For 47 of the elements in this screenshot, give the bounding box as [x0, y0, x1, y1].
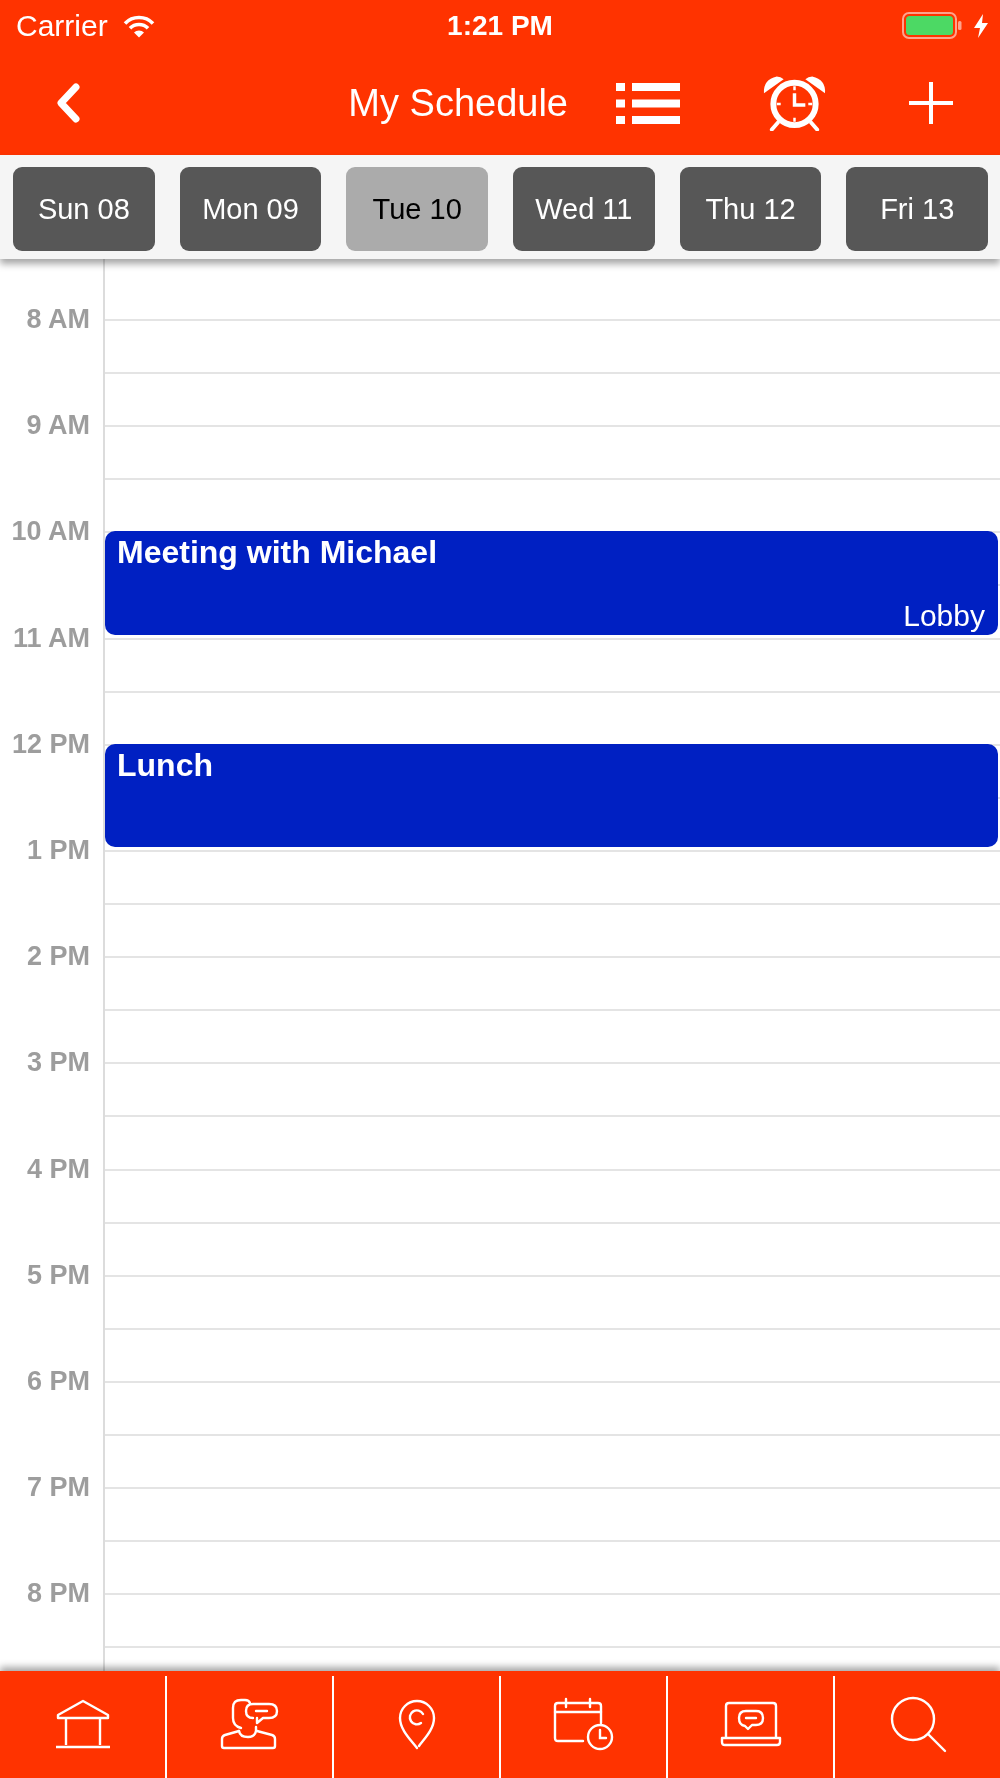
back-button[interactable]	[54, 82, 82, 124]
person-speech-icon	[218, 1698, 281, 1750]
hour-label: 9 AM	[26, 409, 91, 442]
hour-label: 10 AM	[11, 515, 91, 548]
add-button[interactable]	[909, 82, 953, 124]
hour-label: 8 PM	[26, 1577, 91, 1610]
wifi-icon	[121, 13, 156, 38]
day-tab[interactable]: Tue 10	[346, 167, 488, 251]
chat-tab[interactable]	[719, 1700, 782, 1748]
hour-label: 12 PM	[11, 727, 91, 760]
hour-label: 11 AM	[12, 621, 91, 654]
status-time: 1:21 PM	[447, 8, 553, 43]
event-title: Meeting with Michael	[117, 534, 438, 572]
day-tab[interactable]: Mon 09	[179, 167, 322, 251]
carrier-name: Carrier	[16, 8, 108, 43]
hour-label: 4 PM	[26, 1152, 91, 1185]
battery-icon	[902, 12, 962, 39]
day-tab[interactable]: Wed 11	[513, 167, 655, 251]
alarm-clock-icon	[762, 75, 827, 131]
event-card[interactable]: Meeting with Michael Lobby	[105, 531, 998, 635]
list-view-button[interactable]	[616, 82, 680, 124]
day-tab[interactable]: Thu 12	[679, 167, 822, 251]
home-icon	[54, 1699, 111, 1749]
event-card[interactable]: Lunch	[105, 743, 998, 848]
hour-label: 2 PM	[26, 940, 91, 973]
alarm-button[interactable]	[762, 75, 827, 131]
day-tab[interactable]: Sun 08	[13, 167, 155, 251]
calendar-clock-icon	[552, 1697, 615, 1751]
chevron-left-icon	[54, 82, 82, 124]
screen-title: My Schedule	[348, 81, 568, 125]
day-tab[interactable]: Fri 13	[846, 167, 989, 251]
event-location: Lobby	[903, 597, 985, 633]
hour-label: 6 PM	[26, 1364, 91, 1397]
event-title: Lunch	[117, 746, 213, 784]
location-pin-icon	[396, 1698, 437, 1750]
schedule-tab[interactable]	[552, 1697, 615, 1751]
hour-label: 8 AM	[26, 303, 91, 335]
hour-label: 5 PM	[26, 1258, 91, 1291]
hour-label: 1 PM	[26, 833, 91, 866]
home-tab[interactable]	[54, 1699, 111, 1749]
hour-label: 7 PM	[26, 1471, 91, 1504]
hour-label: 3 PM	[26, 1046, 91, 1079]
contacts-tab[interactable]	[218, 1698, 281, 1750]
list-icon	[616, 82, 680, 124]
laptop-chat-icon	[719, 1700, 782, 1748]
plus-icon	[909, 82, 953, 124]
location-tab[interactable]	[396, 1698, 437, 1750]
